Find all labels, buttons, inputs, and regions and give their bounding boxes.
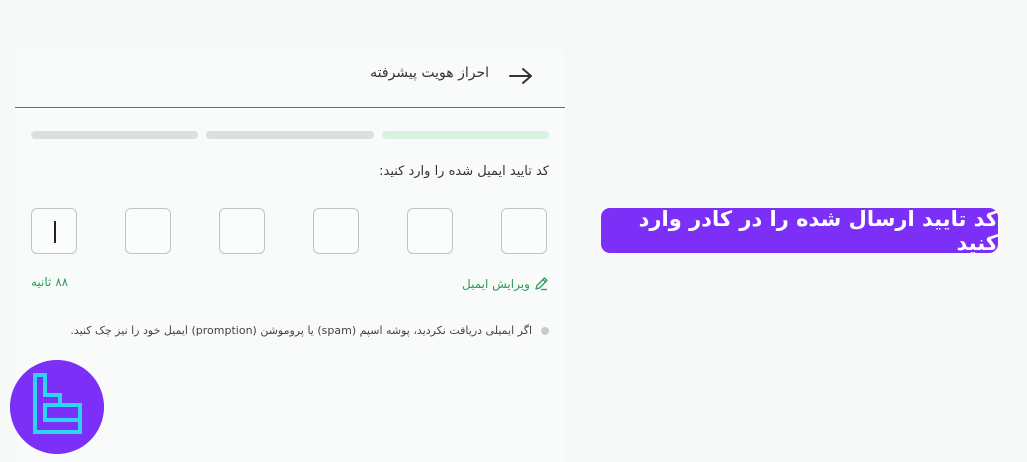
- edit-email-label: ویرایش ایمیل: [462, 276, 530, 291]
- instruction-callout: کد تایید ارسال شده را در کادر وارد کنید: [601, 206, 998, 255]
- otp-digit-1[interactable]: [501, 208, 547, 254]
- code-instruction: کد تایید ایمیل شده را وارد کنید:: [379, 164, 549, 179]
- callout-text: کد تایید ارسال شده را در کادر وارد کنید: [638, 206, 998, 255]
- edit-email-link[interactable]: ویرایش ایمیل: [462, 276, 549, 291]
- progress-step-1: [382, 131, 549, 139]
- page-title: احراز هویت پیشرفته: [370, 65, 489, 81]
- otp-digit-3[interactable]: [313, 208, 359, 254]
- otp-digit-5[interactable]: [125, 208, 171, 254]
- progress-step-3: [31, 131, 198, 139]
- panel-header: احراز هویت پیشرفته: [15, 50, 565, 108]
- otp-digit-6[interactable]: [31, 208, 77, 254]
- otp-digit-4[interactable]: [219, 208, 265, 254]
- bullet-dot: [541, 327, 549, 335]
- text-caret: [54, 221, 56, 243]
- pencil-icon: [535, 277, 548, 291]
- progress-step-2: [206, 131, 374, 139]
- spam-note: اگر ایمیلی دریافت نکردید، پوشه اسپم (spa…: [70, 324, 532, 337]
- brand-logo-icon: [10, 360, 104, 454]
- arrow-right-icon[interactable]: [508, 67, 534, 85]
- resend-timer: ۸۸ ثانیه: [31, 275, 69, 289]
- otp-digit-2[interactable]: [407, 208, 453, 254]
